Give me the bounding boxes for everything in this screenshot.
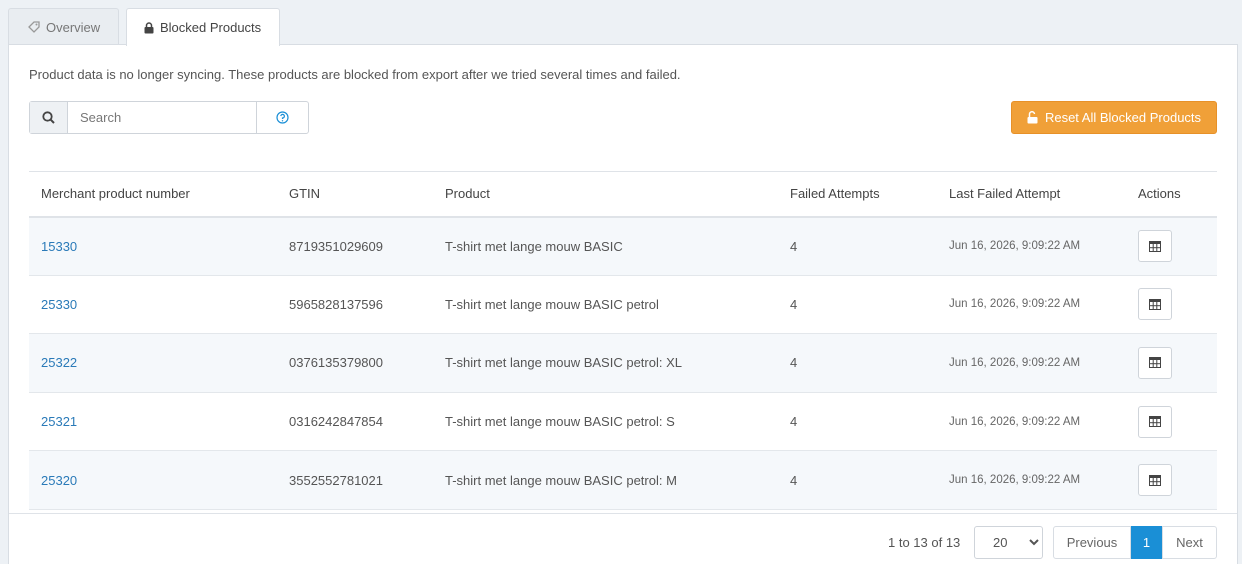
search-input[interactable] (68, 102, 257, 133)
table-icon (1149, 357, 1161, 369)
merchant-product-link[interactable]: 15330 (41, 239, 77, 254)
failed-attempts-cell: 4 (778, 450, 937, 510)
table-row: 15330 8719351029609 T-shirt met lange mo… (29, 216, 1217, 276)
row-action-button[interactable] (1138, 230, 1172, 263)
help-icon (276, 111, 289, 124)
product-cell: T-shirt met lange mouw BASIC (433, 216, 778, 276)
product-cell: T-shirt met lange mouw BASIC petrol (433, 275, 778, 335)
table-header-row: Merchant product number GTIN Product Fai… (29, 171, 1217, 218)
tag-icon (28, 21, 40, 33)
table-icon (1149, 240, 1161, 252)
merchant-product-link[interactable]: 25320 (41, 473, 77, 488)
table-icon (1149, 298, 1161, 310)
last-failed-attempt-cell: Jun 16, 2026, 9:09:22 AM (937, 216, 1126, 276)
last-failed-attempt-cell: Jun 16, 2026, 9:09:22 AM (937, 392, 1126, 452)
merchant-product-link[interactable]: 25321 (41, 414, 77, 429)
merchant-product-link[interactable]: 25322 (41, 355, 77, 370)
header-actions: Actions (1126, 171, 1217, 218)
tab-blocked-products[interactable]: Blocked Products (126, 8, 280, 46)
last-failed-attempt-cell: Jun 16, 2026, 9:09:22 AM (937, 275, 1126, 335)
gtin-cell: 8719351029609 (277, 216, 433, 276)
tab-blocked-products-label: Blocked Products (160, 20, 262, 35)
info-text: Product data is no longer syncing. These… (29, 67, 681, 82)
header-failed-attempts[interactable]: Failed Attempts (778, 171, 937, 218)
pagination-footer: 1 to 13 of 13 20 Previous 1 Next (9, 513, 1237, 564)
table-row: 25320 3552552781021 T-shirt met lange mo… (29, 450, 1217, 510)
row-action-button[interactable] (1138, 464, 1172, 497)
gtin-cell: 0376135379800 (277, 333, 433, 393)
blocked-products-panel: Product data is no longer syncing. These… (8, 44, 1238, 564)
failed-attempts-cell: 4 (778, 275, 937, 335)
search-icon-addon (30, 102, 68, 133)
unlock-icon (1027, 111, 1038, 124)
row-action-button[interactable] (1138, 288, 1172, 321)
page-size-select[interactable]: 20 (974, 526, 1043, 559)
table-icon (1149, 474, 1161, 486)
search-group (29, 101, 309, 134)
product-cell: T-shirt met lange mouw BASIC petrol: XL (433, 333, 778, 393)
next-page-button[interactable]: Next (1162, 526, 1217, 559)
failed-attempts-cell: 4 (778, 216, 937, 276)
header-product[interactable]: Product (433, 171, 778, 218)
table-row: 25330 5965828137596 T-shirt met lange mo… (29, 275, 1217, 335)
product-cell: T-shirt met lange mouw BASIC petrol: S (433, 392, 778, 452)
search-icon (42, 111, 55, 124)
lock-icon (144, 21, 154, 33)
tab-overview[interactable]: Overview (8, 8, 119, 45)
gtin-cell: 0316242847854 (277, 392, 433, 452)
page-number-button[interactable]: 1 (1131, 526, 1162, 559)
header-last-failed-attempt[interactable]: Last Failed Attempt (937, 171, 1126, 218)
pagination: Previous 1 Next (1053, 526, 1217, 559)
reset-all-blocked-products-button[interactable]: Reset All Blocked Products (1011, 101, 1217, 134)
gtin-cell: 3552552781021 (277, 450, 433, 510)
table-icon (1149, 416, 1161, 428)
pagination-range: 1 to 13 of 13 (888, 535, 961, 550)
previous-page-button[interactable]: Previous (1053, 526, 1131, 559)
merchant-product-link[interactable]: 25330 (41, 297, 77, 312)
row-action-button[interactable] (1138, 346, 1172, 379)
failed-attempts-cell: 4 (778, 392, 937, 452)
row-action-button[interactable] (1138, 405, 1172, 438)
last-failed-attempt-cell: Jun 16, 2026, 9:09:22 AM (937, 450, 1126, 510)
header-merchant-product-number[interactable]: Merchant product number (29, 171, 277, 218)
gtin-cell: 5965828137596 (277, 275, 433, 335)
tab-overview-label: Overview (46, 19, 101, 35)
product-cell: T-shirt met lange mouw BASIC petrol: M (433, 450, 778, 510)
reset-button-label: Reset All Blocked Products (1044, 110, 1202, 125)
search-help-button[interactable] (257, 102, 308, 133)
failed-attempts-cell: 4 (778, 333, 937, 393)
table-row: 25321 0316242847854 T-shirt met lange mo… (29, 392, 1217, 452)
header-gtin[interactable]: GTIN (277, 171, 433, 218)
table-row: 25322 0376135379800 T-shirt met lange mo… (29, 333, 1217, 393)
last-failed-attempt-cell: Jun 16, 2026, 9:09:22 AM (937, 333, 1126, 393)
blocked-products-table: Merchant product number GTIN Product Fai… (29, 171, 1217, 510)
